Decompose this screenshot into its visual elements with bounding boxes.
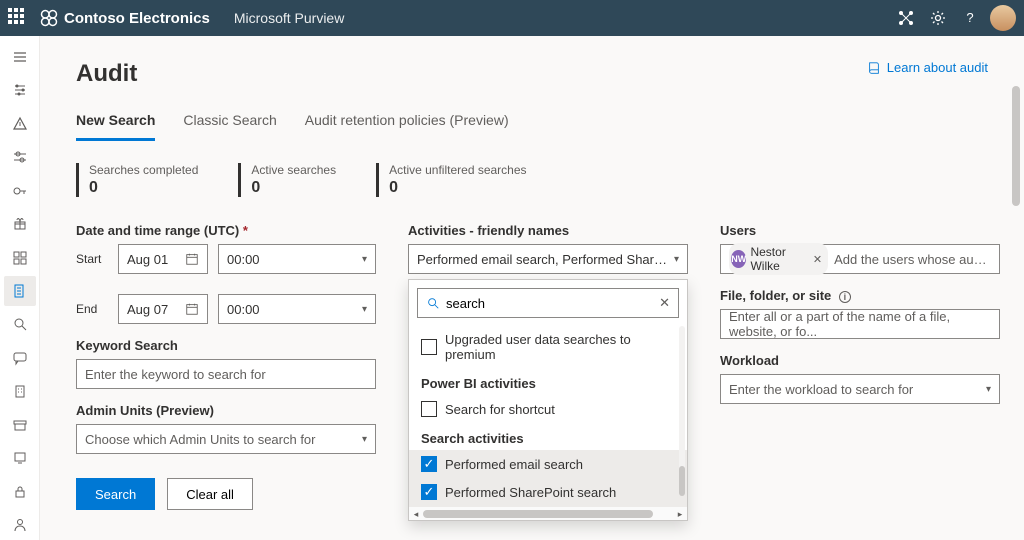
dropdown-search[interactable]: ✕: [417, 288, 679, 318]
users-label: Users: [720, 223, 1000, 238]
admin-units-select[interactable]: Choose which Admin Units to search for ▾: [76, 424, 376, 454]
chevron-down-icon: ▾: [362, 254, 367, 265]
rail-search-icon[interactable]: [4, 310, 36, 339]
dropdown-scrollbar-track[interactable]: [679, 326, 685, 488]
hscroll-thumb[interactable]: [423, 510, 653, 518]
remove-chip-icon[interactable]: ✕: [813, 253, 822, 266]
top-bar: Contoso Electronics Microsoft Purview ?: [0, 0, 1024, 36]
file-label: File, folder, or site i: [720, 288, 1000, 303]
chip-avatar: NW: [731, 250, 746, 268]
tabs: New Search Classic Search Audit retentio…: [76, 106, 988, 141]
checkbox[interactable]: [421, 339, 437, 355]
chevron-down-icon: ▾: [674, 254, 679, 265]
connections-icon[interactable]: [890, 2, 922, 34]
workload-label: Workload: [720, 353, 1000, 368]
chevron-down-icon: ▾: [362, 304, 367, 315]
stat-active: Active searches 0: [238, 163, 336, 197]
rail-key-icon[interactable]: [4, 176, 36, 205]
learn-link[interactable]: Learn about audit: [867, 60, 988, 75]
user-avatar[interactable]: [990, 5, 1016, 31]
activities-dropdown: ✕ Upgraded user data searches to premium…: [408, 279, 688, 521]
search-icon: [426, 296, 440, 310]
rail-person-icon[interactable]: [4, 511, 36, 540]
page-title: Audit: [76, 60, 137, 88]
rail-alert-icon[interactable]: [4, 109, 36, 138]
user-chip[interactable]: NW Nestor Wilke ✕: [729, 243, 828, 275]
users-input[interactable]: NW Nestor Wilke ✕ Add the users whose au…: [720, 244, 1000, 274]
main-content: Audit Learn about audit New Search Class…: [40, 36, 1024, 540]
rail-sliders-icon[interactable]: [4, 75, 36, 104]
rail-archive-icon[interactable]: [4, 410, 36, 439]
rail-chat-icon[interactable]: [4, 343, 36, 372]
end-date-input[interactable]: Aug 07: [118, 294, 208, 324]
clear-all-button[interactable]: Clear all: [167, 478, 253, 510]
logo-icon: [40, 9, 58, 27]
date-range-label: Date and time range (UTC) *: [76, 223, 376, 238]
rail-lock-icon[interactable]: [4, 477, 36, 506]
dropdown-option-sharepoint-search[interactable]: ✓ Performed SharePoint search: [409, 478, 687, 506]
tab-classic-search[interactable]: Classic Search: [183, 106, 276, 140]
settings-icon[interactable]: [922, 2, 954, 34]
stat-unfiltered: Active unfiltered searches 0: [376, 163, 526, 197]
activities-select[interactable]: Performed email search, Performed ShareP…: [408, 244, 688, 274]
rail-gift-icon[interactable]: [4, 209, 36, 238]
workload-select[interactable]: Enter the workload to search for ▾: [720, 374, 1000, 404]
svg-text:?: ?: [966, 10, 973, 25]
file-input[interactable]: Enter all or a part of the name of a fil…: [720, 309, 1000, 339]
rail-settings-icon[interactable]: [4, 142, 36, 171]
start-time-input[interactable]: 00:00 ▾: [218, 244, 376, 274]
search-button[interactable]: Search: [76, 478, 155, 510]
dropdown-scrollbar-thumb[interactable]: [679, 466, 685, 496]
dropdown-option-upgraded[interactable]: Upgraded user data searches to premium: [409, 326, 687, 368]
org-name: Contoso Electronics: [64, 10, 210, 27]
help-icon[interactable]: ?: [954, 2, 986, 34]
end-time-input[interactable]: 00:00 ▾: [218, 294, 376, 324]
scrollbar-thumb[interactable]: [1012, 86, 1020, 206]
checkbox-checked[interactable]: ✓: [421, 484, 437, 500]
rail-building-icon[interactable]: [4, 377, 36, 406]
org-brand: Contoso Electronics: [40, 9, 210, 27]
stat-completed: Searches completed 0: [76, 163, 198, 197]
checkbox[interactable]: [421, 401, 437, 417]
rail-menu-icon[interactable]: [4, 42, 36, 71]
scroll-right-icon[interactable]: ▸: [673, 507, 687, 521]
chevron-down-icon: ▾: [362, 434, 367, 445]
end-label: End: [76, 302, 108, 316]
app-launcher-icon[interactable]: [8, 8, 28, 28]
dropdown-group-powerbi: Power BI activities: [409, 368, 687, 395]
dropdown-search-input[interactable]: [446, 296, 653, 311]
stats-row: Searches completed 0 Active searches 0 A…: [76, 163, 988, 197]
dropdown-option-shortcut[interactable]: Search for shortcut: [409, 395, 687, 423]
tab-new-search[interactable]: New Search: [76, 106, 155, 141]
clear-search-icon[interactable]: ✕: [659, 295, 670, 311]
tab-retention-policies[interactable]: Audit retention policies (Preview): [305, 106, 509, 140]
dropdown-option-email-search[interactable]: ✓ Performed email search: [409, 450, 687, 478]
activities-label: Activities - friendly names: [408, 223, 688, 238]
keyword-label: Keyword Search: [76, 338, 376, 353]
chevron-down-icon: ▾: [986, 384, 991, 395]
product-name: Microsoft Purview: [234, 10, 344, 26]
calendar-icon: [185, 302, 199, 316]
rail-grid-icon[interactable]: [4, 243, 36, 272]
start-date-input[interactable]: Aug 01: [118, 244, 208, 274]
admin-units-label: Admin Units (Preview): [76, 403, 376, 418]
keyword-input[interactable]: Enter the keyword to search for: [76, 359, 376, 389]
rail-device-icon[interactable]: [4, 444, 36, 473]
rail-audit-icon[interactable]: [4, 276, 36, 305]
dropdown-group-search: Search activities: [409, 423, 687, 450]
book-icon: [867, 61, 881, 75]
dropdown-horizontal-scrollbar[interactable]: ◂ ▸: [409, 506, 687, 520]
calendar-icon: [185, 252, 199, 266]
start-label: Start: [76, 252, 108, 266]
scroll-left-icon[interactable]: ◂: [409, 507, 423, 521]
checkbox-checked[interactable]: ✓: [421, 456, 437, 472]
left-rail: [0, 36, 40, 540]
info-icon[interactable]: i: [839, 291, 851, 303]
